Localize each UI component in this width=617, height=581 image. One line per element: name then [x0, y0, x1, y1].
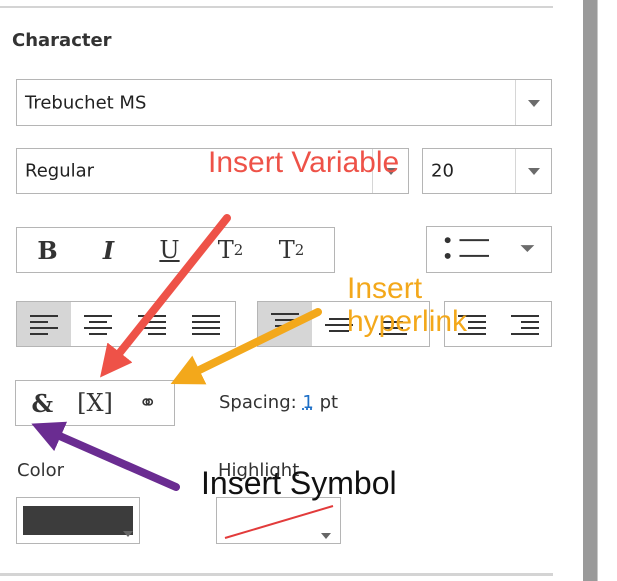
link-icon: ⚭ [138, 390, 157, 416]
bold-label: B [37, 235, 58, 265]
chevron-down-icon [520, 245, 535, 252]
align-center-icon [84, 313, 112, 335]
superscript-button[interactable]: T2 [200, 228, 261, 272]
section-title: Character [12, 30, 112, 51]
list-style-dropdown[interactable] [426, 226, 552, 273]
align-right-button[interactable] [125, 302, 179, 346]
text-color-swatch [23, 506, 133, 535]
bold-button[interactable]: B [17, 228, 78, 272]
italic-label: I [102, 235, 115, 265]
align-top-icon [271, 313, 299, 335]
alignment-group [16, 301, 236, 347]
align-center-button[interactable] [71, 302, 125, 346]
variable-icon: [X] [77, 389, 113, 417]
chevron-down-icon[interactable] [515, 80, 551, 125]
font-family-value: Trebuchet MS [25, 92, 147, 113]
underline-button[interactable]: U [139, 228, 200, 272]
scrollbar[interactable] [583, 0, 597, 581]
insert-variable-annotation: Insert Variable [208, 146, 400, 179]
bullet-list-icon [444, 237, 535, 259]
chevron-down-icon[interactable] [515, 149, 551, 193]
font-style-value: Regular [25, 160, 95, 182]
spacing-label: Spacing: [219, 392, 297, 413]
align-left-icon [30, 313, 58, 335]
right-edge [597, 0, 617, 581]
align-left-button[interactable] [17, 302, 71, 346]
insert-group: & [X] ⚭ [15, 380, 175, 426]
no-color-icon [224, 505, 334, 539]
subscript-base: T [278, 236, 295, 264]
highlight-color-picker[interactable] [216, 497, 341, 544]
top-divider [0, 6, 553, 8]
spacing-unit: pt [319, 392, 339, 413]
align-justify-icon [192, 313, 220, 335]
ampersand-icon: & [31, 388, 54, 418]
spacing-value[interactable]: 1 [302, 392, 313, 413]
insert-symbol-annotation: Insert Symbol [201, 465, 397, 501]
font-size-value: 20 [431, 160, 454, 182]
font-size-select[interactable]: 20 [422, 148, 552, 194]
align-top-button[interactable] [258, 302, 312, 346]
insert-variable-button[interactable]: [X] [69, 381, 122, 425]
superscript-mark: 2 [233, 241, 244, 259]
underline-label: U [159, 236, 180, 264]
superscript-base: T [217, 236, 234, 264]
insert-symbol-button[interactable]: & [16, 381, 69, 425]
bottom-divider [0, 573, 553, 576]
font-family-select[interactable]: Trebuchet MS [16, 79, 552, 126]
chevron-down-icon [123, 531, 133, 537]
subscript-button[interactable]: T2 [261, 228, 322, 272]
align-justify-button[interactable] [179, 302, 233, 346]
insert-hyperlink-annotation: Insert hyperlink [347, 272, 468, 338]
italic-button[interactable]: I [78, 228, 139, 272]
subscript-mark: 2 [294, 241, 305, 259]
insert-hyperlink-button[interactable]: ⚭ [121, 381, 174, 425]
align-right-icon [138, 313, 166, 335]
color-label: Color [17, 460, 64, 481]
text-color-picker[interactable] [16, 497, 140, 544]
text-format-group: B I U T2 T2 [16, 227, 335, 273]
spacing-control: Spacing: 1 pt [219, 392, 338, 413]
